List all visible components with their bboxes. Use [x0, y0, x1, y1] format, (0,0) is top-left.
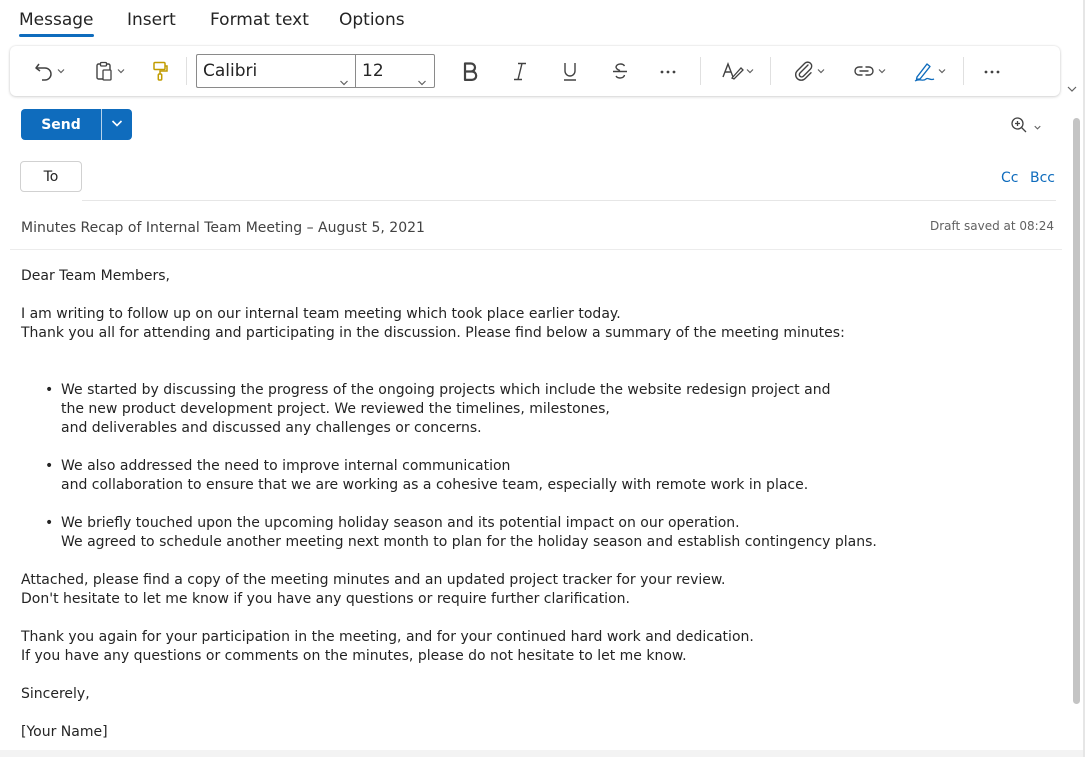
- bullet-line: and collaboration to ensure that we are …: [61, 477, 809, 493]
- chevron-down-icon: [1066, 80, 1078, 99]
- underline-icon: [560, 60, 580, 82]
- chevron-down-icon: [936, 65, 948, 77]
- signature-button[interactable]: [908, 59, 952, 83]
- signature-text: [Your Name]: [21, 724, 108, 740]
- send-divider: [101, 109, 102, 140]
- more-options-button[interactable]: [980, 59, 1004, 83]
- message-body-editor[interactable]: Dear Team Members, I am writing to follo…: [21, 267, 1061, 742]
- bullet-item: We briefly touched upon the upcoming hol…: [21, 514, 1061, 552]
- tab-insert[interactable]: Insert: [127, 10, 176, 30]
- bullet-line: We briefly touched upon the upcoming hol…: [61, 515, 740, 531]
- send-options-button[interactable]: [102, 109, 132, 140]
- more-options-icon: [982, 60, 1002, 82]
- bcc-button[interactable]: Bcc: [1030, 170, 1055, 186]
- format-painter-icon: [150, 60, 170, 82]
- body-line: Thank you all for attending and particip…: [21, 325, 845, 341]
- more-icon: [658, 60, 678, 82]
- send-split-button: Send: [21, 109, 132, 140]
- scrollbar-thumb[interactable]: [1073, 118, 1080, 704]
- chevron-down-icon: [1032, 118, 1043, 137]
- chevron-down-icon: [338, 68, 350, 100]
- italic-button[interactable]: [508, 59, 532, 83]
- chevron-down-icon: [416, 68, 428, 100]
- zoom-in-icon: [1010, 116, 1028, 138]
- more-formatting-button[interactable]: [656, 59, 680, 83]
- bullet-line: We started by discussing the progress of…: [61, 382, 831, 398]
- body-line: Attached, please find a copy of the meet…: [21, 572, 726, 588]
- font-size-value: 12: [362, 61, 384, 81]
- signature-icon: [912, 60, 936, 82]
- closing: Sincerely,: [21, 686, 90, 702]
- collapse-ribbon-button[interactable]: [1066, 80, 1078, 99]
- ribbon-tabs: Message Insert Format text Options: [0, 0, 1085, 44]
- bold-button[interactable]: [458, 59, 482, 83]
- greeting: Dear Team Members,: [21, 268, 170, 284]
- chevron-down-icon: [876, 65, 888, 77]
- bold-icon: [460, 60, 480, 82]
- attach-file-button[interactable]: [788, 59, 832, 83]
- underline-button[interactable]: [558, 59, 582, 83]
- body-line: Thank you again for your participation i…: [21, 629, 754, 645]
- italic-icon: [510, 60, 530, 82]
- bullet-line: the new product development project. We …: [61, 401, 610, 417]
- editor-button[interactable]: [715, 59, 761, 83]
- insert-link-button[interactable]: [848, 59, 892, 83]
- bullet-line: We agreed to schedule another meeting ne…: [61, 534, 877, 550]
- styles-icon: [720, 60, 744, 82]
- bullet-line: We also addressed the need to improve in…: [61, 458, 511, 474]
- send-button[interactable]: Send: [21, 109, 101, 140]
- bullet-item: We started by discussing the progress of…: [21, 381, 1061, 438]
- tab-format-text[interactable]: Format text: [210, 10, 309, 30]
- font-name-select[interactable]: Calibri: [196, 54, 356, 88]
- attach-icon: [793, 60, 815, 82]
- chevron-down-icon: [815, 65, 827, 77]
- subject-input[interactable]: Minutes Recap of Internal Team Meeting –…: [21, 220, 425, 236]
- to-field-underline: [82, 200, 1056, 201]
- body-line: If you have any questions or comments on…: [21, 648, 687, 664]
- chevron-down-icon: [115, 65, 127, 77]
- cc-button[interactable]: Cc: [1001, 170, 1018, 186]
- format-painter-button[interactable]: [148, 59, 172, 83]
- font-size-select[interactable]: 12: [355, 54, 435, 88]
- bottom-edge: [0, 750, 1085, 757]
- draft-status: Draft saved at 08:24: [929, 219, 1054, 233]
- chevron-down-icon: [55, 65, 67, 77]
- tab-options[interactable]: Options: [339, 10, 405, 30]
- undo-icon: [33, 60, 55, 82]
- strikethrough-icon: [610, 60, 630, 82]
- link-icon: [852, 60, 876, 82]
- font-name-value: Calibri: [203, 61, 258, 81]
- bullet-line: and deliverables and discussed any chall…: [61, 420, 482, 436]
- subject-divider: [10, 249, 1062, 250]
- chevron-down-icon: [110, 115, 124, 134]
- tab-message[interactable]: Message: [19, 10, 94, 37]
- zoom-button[interactable]: [1010, 116, 1043, 138]
- formatting-toolbar: Calibri 12: [10, 46, 1060, 96]
- paste-icon: [93, 60, 115, 82]
- body-line: I am writing to follow up on our interna…: [21, 306, 621, 322]
- to-button[interactable]: To: [20, 161, 82, 192]
- chevron-down-icon: [744, 65, 756, 77]
- strikethrough-button[interactable]: [608, 59, 632, 83]
- bullet-item: We also addressed the need to improve in…: [21, 457, 1061, 495]
- body-line: Don't hesitate to let me know if you hav…: [21, 591, 630, 607]
- paste-button[interactable]: [88, 59, 132, 83]
- undo-button[interactable]: [28, 59, 72, 83]
